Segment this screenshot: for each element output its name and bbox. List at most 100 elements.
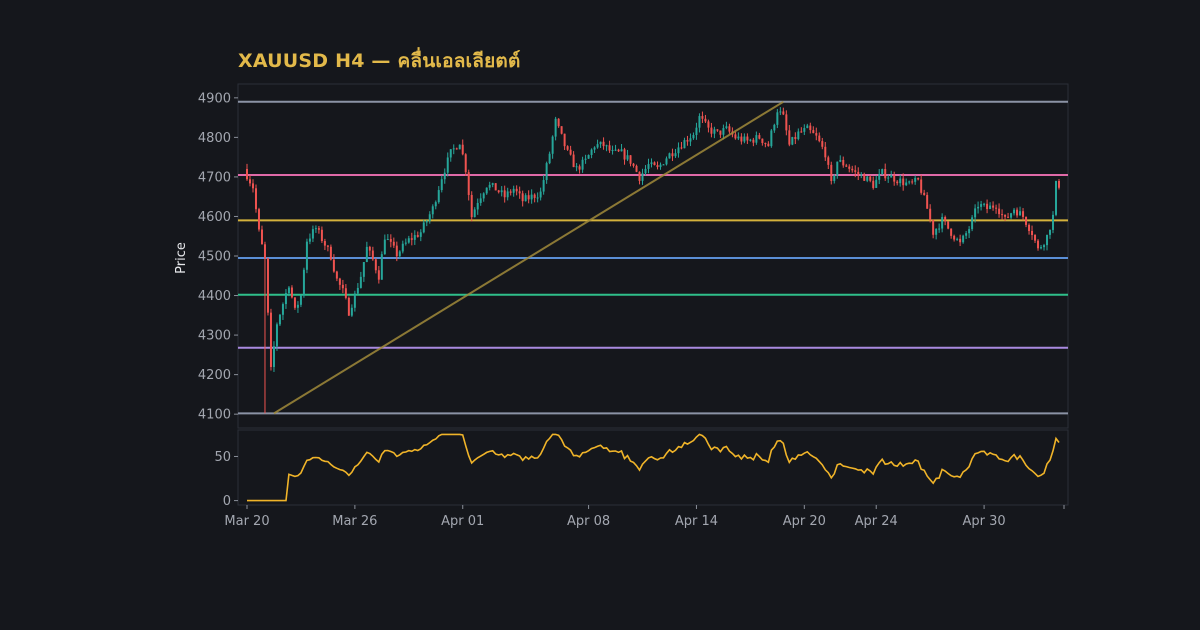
candle-body [734, 134, 737, 139]
candle-body [410, 238, 413, 240]
candle-body [614, 149, 617, 151]
candle-body [752, 139, 755, 143]
candle-body [1022, 211, 1025, 217]
candle-body [800, 131, 803, 133]
candle-body [830, 164, 833, 182]
candle-body [1028, 224, 1031, 231]
candle-body [743, 136, 746, 142]
candle-body [959, 238, 962, 243]
x-tick-label: Mar 20 [224, 514, 269, 529]
candle-body [869, 176, 872, 181]
candlestick-chart: 4100 4200 4300 4400 4500 4600 4700 4800 4900 0 50… [174, 83, 1069, 529]
candle-body [779, 111, 782, 113]
candle-body [350, 307, 353, 316]
candle-body [398, 251, 401, 257]
candle-body [851, 168, 854, 171]
candle-body [686, 140, 689, 142]
candle-body [326, 245, 329, 247]
candle-body [788, 130, 791, 145]
candle-body [560, 126, 563, 134]
candle-body [1031, 230, 1034, 236]
candle-body [272, 346, 275, 367]
candle-body [524, 195, 527, 202]
candle-body [593, 147, 596, 150]
candle-body [518, 191, 521, 194]
candle-body [575, 166, 578, 168]
x-tick-label: Apr 01 [441, 514, 484, 529]
candle-body [632, 163, 635, 166]
candle-body [590, 149, 593, 155]
candle-body [887, 177, 890, 179]
y-tick-label: 4700 [198, 170, 231, 185]
candle-body [1058, 180, 1060, 188]
x-tick-label: Apr 14 [675, 514, 718, 529]
candle-body [362, 262, 365, 277]
candle-body [311, 229, 314, 239]
candle-body [626, 155, 629, 160]
x-tick-label: Apr 30 [963, 514, 1006, 529]
candle-body [689, 138, 692, 142]
candle-body [377, 270, 380, 280]
candle-body [875, 179, 878, 188]
candle-body [341, 284, 344, 289]
candle-body [365, 246, 368, 263]
candle-body [761, 138, 764, 144]
candle-body [1016, 209, 1019, 216]
candle-body [503, 190, 506, 198]
candle-body [848, 166, 851, 169]
candle-body [944, 217, 947, 222]
candle-body [446, 157, 449, 173]
candle-body [299, 295, 302, 305]
candle-body [860, 174, 863, 176]
candle-body [881, 169, 884, 175]
candle-body [812, 130, 815, 134]
candle-body [401, 243, 404, 252]
candle-body [386, 239, 389, 241]
candle-body [989, 205, 992, 210]
y-tick-label: 4500 [198, 250, 231, 265]
candle-body [512, 188, 515, 193]
candle-body [368, 246, 371, 251]
candle-body [266, 258, 269, 313]
candle-body [809, 125, 812, 131]
candle-body [902, 178, 905, 186]
candle-body [554, 118, 557, 137]
candle-body [1019, 211, 1022, 216]
candle-body [494, 183, 497, 191]
y-tick-label: 4400 [198, 289, 231, 304]
candle-body [857, 171, 860, 175]
y-tick-label: 4200 [198, 368, 231, 383]
candle-body [728, 126, 731, 132]
candle-body [971, 217, 974, 230]
candle-body [539, 191, 542, 198]
candle-body [956, 238, 959, 240]
candle-body [305, 241, 308, 270]
candle-body [419, 232, 422, 237]
candle-body [308, 238, 311, 242]
candle-body [608, 145, 611, 151]
candle-body [383, 239, 386, 255]
candle-body [908, 181, 911, 183]
candle-body [662, 164, 665, 166]
candle-body [806, 125, 809, 129]
candle-body [527, 195, 530, 200]
x-tick-label: Apr 08 [567, 514, 610, 529]
candle-body [758, 135, 761, 139]
candle-body [1007, 216, 1010, 218]
candle-body [815, 133, 818, 136]
candle-body [536, 197, 539, 199]
candle-body [293, 297, 296, 308]
candle-body [1055, 180, 1058, 215]
candle-body [596, 144, 599, 148]
price-panel: 4100 4200 4300 4400 4500 4600 4700 4800 4900 [198, 83, 1069, 429]
candle-body [899, 178, 902, 184]
candle-body [719, 130, 722, 135]
candle-body [275, 324, 278, 347]
candle-body [962, 235, 965, 243]
candle-body [776, 112, 779, 125]
candle-body [599, 141, 602, 145]
candle-body [461, 144, 464, 155]
candle-body [1037, 240, 1040, 249]
candle-body [455, 148, 458, 150]
candle-body [269, 312, 272, 367]
